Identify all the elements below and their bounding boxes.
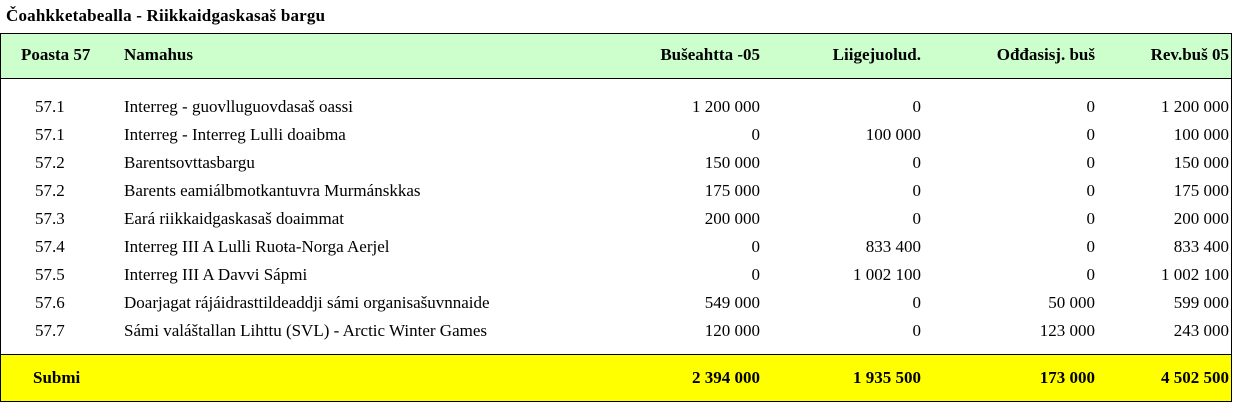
cell-buseahtta: 200 000: [704, 209, 760, 228]
cell-liigejoolud: 0: [912, 321, 922, 340]
cell-poasta: 57.2: [35, 153, 65, 172]
cell-liigejoolud: 1 002 100: [853, 265, 921, 284]
cell-oddasisj: 0: [1086, 237, 1096, 256]
cell-liigejoolud: 100 000: [865, 125, 921, 144]
cell-liigejoolud: 0: [912, 153, 922, 172]
cell-oddasisj: 0: [1086, 125, 1096, 144]
cell-namahus: Doarjagat rájáidrasttildeaddji sámi orga…: [124, 293, 490, 312]
cell-namahus: Interreg - guovlluguovdasaš oassi: [124, 97, 353, 116]
table-title: Čoahkketabealla - Riikkaidgaskasaš bargu: [6, 6, 326, 25]
table-row: 57.1 Interreg - guovlluguovdasaš oassi 1…: [1, 94, 1231, 122]
header-revbus: Rev.buš 05: [1150, 45, 1229, 64]
cell-poasta: 57.2: [35, 181, 65, 200]
table-row: 57.1 Interreg - Interreg Lulli doaibma 0…: [1, 122, 1231, 150]
cell-oddasisj: 0: [1086, 97, 1096, 116]
cell-revbus: 100 000: [1173, 125, 1229, 144]
table-row: 57.7 Sámi valáštallan Lihttu (SVL) - Arc…: [1, 318, 1231, 346]
cell-buseahtta: 150 000: [704, 153, 760, 172]
cell-namahus: Barents eamiálbmotkantuvra Murmánskkas: [124, 181, 421, 200]
cell-poasta: 57.1: [35, 97, 65, 116]
cell-revbus: 243 000: [1173, 321, 1229, 340]
cell-buseahtta: 0: [751, 125, 761, 144]
cell-revbus: 150 000: [1173, 153, 1229, 172]
cell-buseahtta: 175 000: [704, 181, 760, 200]
cell-poasta: 57.3: [35, 209, 65, 228]
summary-table: Poasta 57 Namahus Bušeahtta -05 Liigejuo…: [0, 33, 1232, 402]
footer-buseahtta: 2 394 000: [692, 368, 760, 387]
cell-liigejoolud: 0: [912, 181, 922, 200]
header-oddasisj: Ođđasisj. buš: [996, 45, 1095, 64]
cell-oddasisj: 0: [1086, 265, 1096, 284]
cell-namahus: Sámi valáštallan Lihttu (SVL) - Arctic W…: [124, 321, 487, 340]
cell-namahus: Interreg III A Davvi Sápmi: [124, 265, 308, 284]
cell-revbus: 200 000: [1173, 209, 1229, 228]
cell-oddasisj: 0: [1086, 153, 1096, 172]
table-footer-total: Submi 2 394 000 1 935 500 173 000 4 502 …: [1, 354, 1231, 401]
cell-buseahtta: 0: [751, 265, 761, 284]
cell-liigejoolud: 833 400: [865, 237, 921, 256]
footer-oddasisj: 173 000: [1039, 368, 1095, 387]
footer-liigejoolud: 1 935 500: [853, 368, 921, 387]
cell-revbus: 833 400: [1173, 237, 1229, 256]
cell-poasta: 57.4: [35, 237, 65, 256]
cell-revbus: 1 200 000: [1161, 97, 1229, 116]
cell-revbus: 175 000: [1173, 181, 1229, 200]
cell-namahus: Interreg III A Lulli Ruoŧa-Norga Aerjel: [124, 237, 390, 256]
table-row: 57.6 Doarjagat rájáidrasttildeaddji sámi…: [1, 290, 1231, 318]
table-row: 57.5 Interreg III A Davvi Sápmi 0 1 002 …: [1, 262, 1231, 290]
header-liigejoolud: Liigejuolud.: [832, 45, 921, 64]
table-row: 57.3 Eará riikkaidgaskasaš doaimmat 200 …: [1, 206, 1231, 234]
cell-poasta: 57.6: [35, 293, 65, 312]
footer-label: Submi: [33, 368, 81, 387]
cell-poasta: 57.5: [35, 265, 65, 284]
cell-poasta: 57.1: [35, 125, 65, 144]
cell-revbus: 599 000: [1173, 293, 1229, 312]
table-row: 57.2 Barentsovttasbargu 150 000 0 0 150 …: [1, 150, 1231, 178]
table-header: Poasta 57 Namahus Bušeahtta -05 Liigejuo…: [1, 34, 1231, 79]
cell-buseahtta: 1 200 000: [692, 97, 760, 116]
cell-liigejoolud: 0: [912, 97, 922, 116]
header-namahus: Namahus: [124, 45, 193, 64]
cell-oddasisj: 0: [1086, 181, 1096, 200]
cell-oddasisj: 0: [1086, 209, 1096, 228]
cell-revbus: 1 002 100: [1161, 265, 1229, 284]
cell-oddasisj: 50 000: [1048, 293, 1095, 312]
cell-buseahtta: 0: [751, 237, 761, 256]
header-poasta: Poasta 57: [21, 45, 91, 64]
cell-poasta: 57.7: [35, 321, 65, 340]
cell-buseahtta: 120 000: [704, 321, 760, 340]
cell-liigejoolud: 0: [912, 293, 922, 312]
cell-namahus: Barentsovttasbargu: [124, 153, 255, 172]
cell-oddasisj: 123 000: [1039, 321, 1095, 340]
table-row: 57.4 Interreg III A Lulli Ruoŧa-Norga Ae…: [1, 234, 1231, 262]
cell-liigejoolud: 0: [912, 209, 922, 228]
footer-revbus: 4 502 500: [1161, 368, 1229, 387]
header-buseahtta: Bušeahtta -05: [660, 45, 760, 64]
cell-namahus: Interreg - Interreg Lulli doaibma: [124, 125, 346, 144]
cell-buseahtta: 549 000: [704, 293, 760, 312]
table-row: 57.2 Barents eamiálbmotkantuvra Murmánsk…: [1, 178, 1231, 206]
cell-namahus: Eará riikkaidgaskasaš doaimmat: [124, 209, 344, 228]
